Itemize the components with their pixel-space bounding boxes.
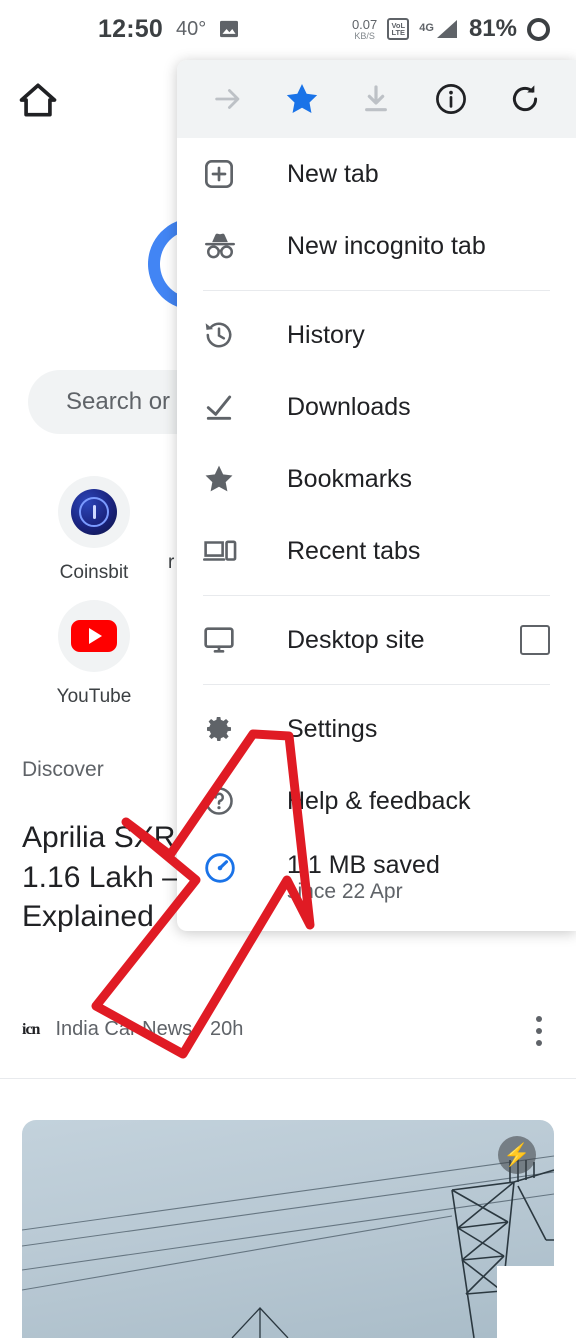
data-saver-text: 1.1 MB saved since 22 Apr [287, 851, 440, 904]
menu-item-recent-tabs[interactable]: Recent tabs [177, 515, 576, 587]
status-time: 12:50 [98, 14, 163, 43]
home-icon[interactable] [16, 78, 60, 122]
shortcut-label: Coinsbit [59, 562, 129, 583]
shortcut-coinsbit[interactable]: Coinsbit [24, 476, 164, 584]
recent-tabs-icon [203, 536, 249, 566]
menu-divider [203, 290, 550, 291]
menu-item-label: Bookmarks [287, 464, 413, 493]
settings-gear-icon [203, 713, 249, 745]
menu-item-label: New tab [287, 159, 379, 188]
download-icon[interactable] [350, 73, 402, 125]
help-circle-icon [203, 785, 249, 817]
menu-item-label: New incognito tab [287, 231, 486, 260]
menu-item-help-feedback[interactable]: Help & feedback [177, 765, 576, 837]
white-overlay-patch [497, 1266, 576, 1338]
downloads-icon [203, 391, 249, 423]
menu-item-bookmarks[interactable]: Bookmarks [177, 443, 576, 515]
data-rate-indicator: 0.07 KB/S [352, 18, 377, 41]
volte-bottom-text: LTE [391, 28, 406, 37]
status-bar-right: 0.07 KB/S VoL LTE 4G 81% [352, 15, 550, 43]
shortcut-youtube[interactable]: YouTube [24, 600, 164, 708]
article-title-line3: Explained [22, 900, 154, 934]
discover-heading: Discover [22, 758, 104, 781]
volte-icon: VoL LTE [387, 18, 410, 40]
incognito-icon [203, 230, 249, 262]
menu-item-desktop-site[interactable]: Desktop site [177, 604, 576, 676]
history-icon [203, 319, 249, 351]
data-rate-unit: KB/S [354, 30, 375, 41]
article-source-meta: India Car News · 20h [55, 1018, 244, 1040]
content-divider [0, 1078, 576, 1079]
star-icon[interactable] [276, 73, 328, 125]
reload-icon[interactable] [499, 73, 551, 125]
data-rate-value: 0.07 [351, 16, 378, 32]
menu-divider [203, 684, 550, 685]
network-type-label: 4G [419, 22, 434, 34]
menu-item-label: Recent tabs [287, 536, 421, 565]
menu-divider [203, 595, 550, 596]
battery-percentage: 81% [468, 15, 517, 42]
info-icon[interactable] [425, 73, 477, 125]
menu-item-label: Settings [287, 714, 378, 743]
article-source-logo: icn [22, 1020, 40, 1038]
youtube-icon [58, 600, 130, 672]
menu-item-settings[interactable]: Settings [177, 693, 576, 765]
chrome-overflow-menu: New tab New incognito tab History Downlo… [177, 60, 576, 931]
signal-icon: 4G [419, 18, 459, 40]
status-temperature: 40° [175, 17, 207, 40]
image-icon [219, 20, 239, 38]
kebab-menu-icon[interactable] [536, 1016, 544, 1052]
data-saver-subtitle: since 22 Apr [287, 880, 403, 903]
menu-item-label: Downloads [287, 392, 411, 421]
menu-item-new-incognito-tab[interactable]: New incognito tab [177, 210, 576, 282]
data-saver-speedometer-icon [203, 851, 249, 885]
shortcut-label: YouTube [56, 686, 132, 707]
desktop-site-icon [203, 624, 249, 656]
battery-ring-icon [527, 17, 550, 41]
status-bar-left: 12:50 40° [98, 15, 239, 44]
coinsbit-icon [58, 476, 130, 548]
forward-arrow-icon[interactable] [202, 73, 254, 125]
news-card-image[interactable]: ⚡ [22, 1120, 554, 1338]
article-title-line1: Aprilia SXR 1 [22, 821, 201, 854]
menu-item-downloads[interactable]: Downloads [177, 371, 576, 443]
amp-lightning-icon: ⚡ [498, 1136, 536, 1174]
menu-item-history[interactable]: History [177, 299, 576, 371]
menu-item-label: Help & feedback [287, 786, 471, 815]
desktop-site-checkbox[interactable] [520, 625, 550, 655]
menu-item-label: History [287, 320, 365, 349]
menu-item-label: Desktop site [287, 625, 425, 654]
data-saver-title: 1.1 MB saved [287, 851, 440, 879]
menu-toolbar [177, 60, 576, 138]
new-tab-icon [203, 158, 249, 190]
menu-item-data-saver[interactable]: 1.1 MB saved since 22 Apr [177, 837, 576, 921]
status-bar: 12:50 40° 0.07 KB/S VoL LTE 4G 81% [0, 0, 576, 58]
menu-item-new-tab[interactable]: New tab [177, 138, 576, 210]
bookmarks-star-icon [203, 463, 249, 495]
article-source-row: icn India Car News · 20h [22, 1018, 243, 1041]
shortcut-label-partial: r [168, 552, 175, 573]
